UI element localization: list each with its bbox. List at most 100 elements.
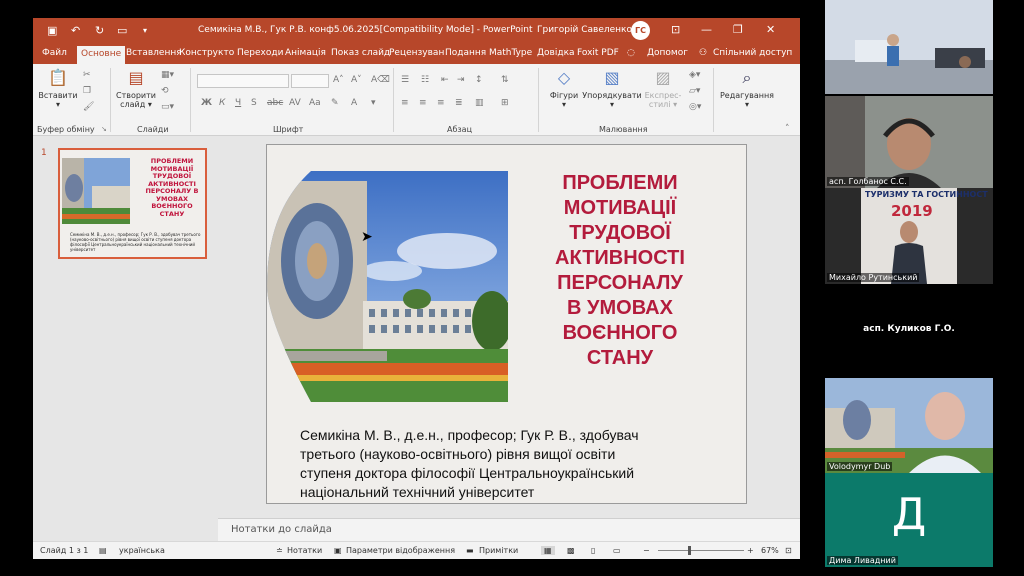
bullets-icon[interactable]: ☰ xyxy=(401,75,409,85)
user-name[interactable]: Григорій Савеленко xyxy=(537,25,632,35)
columns-icon[interactable]: ▥ xyxy=(475,98,484,108)
fit-slide-icon[interactable]: ⊡ xyxy=(785,546,792,555)
language-indicator[interactable]: українська xyxy=(119,546,165,555)
increase-indent-icon[interactable]: ⇥ xyxy=(457,75,465,85)
font-color-icon[interactable]: A xyxy=(351,98,357,108)
tab-animations[interactable]: Анімація xyxy=(285,48,326,58)
font-family-select[interactable] xyxy=(197,74,289,88)
format-painter-icon[interactable]: 🖌 xyxy=(83,102,94,112)
normal-view-icon[interactable]: ▦ xyxy=(541,546,555,555)
zoom-slider-handle[interactable] xyxy=(688,546,691,555)
italic-icon[interactable]: К xyxy=(219,98,225,108)
video-tile[interactable]: асп. Куликов Г.О. xyxy=(825,284,993,378)
comments-button[interactable]: Примітки xyxy=(479,546,518,555)
maximize-icon[interactable]: ❐ xyxy=(733,23,743,36)
highlight-icon[interactable]: ✎ xyxy=(331,98,339,108)
shape-effects-icon[interactable]: ◎▾ xyxy=(689,102,701,112)
notes-pane[interactable]: Нотатки до слайда xyxy=(218,518,800,541)
zoom-slider[interactable] xyxy=(658,550,744,551)
align-center-icon[interactable]: ≡ xyxy=(419,98,427,108)
layout-icon[interactable]: ▦▾ xyxy=(161,70,174,80)
editing-button[interactable]: ⌕ Редагування ▾ xyxy=(717,68,777,109)
cut-icon[interactable]: ✂ xyxy=(83,70,91,80)
change-case-icon[interactable]: Aa xyxy=(309,98,321,108)
line-spacing-icon[interactable]: ↕ xyxy=(475,75,483,85)
tab-review[interactable]: Рецензуван xyxy=(389,48,444,58)
section-icon[interactable]: ▭▾ xyxy=(161,102,174,112)
numbering-icon[interactable]: ☷ xyxy=(421,75,429,85)
paragraph-group-label: Абзац xyxy=(447,125,473,134)
ribbon-display-icon[interactable]: ⊡ xyxy=(671,23,680,36)
avatar[interactable]: ГС xyxy=(631,21,650,40)
slide-title[interactable]: ПРОБЛЕМИ МОТИВАЦІЇ ТРУДОВОЇ АКТИВНОСТІ П… xyxy=(535,171,705,371)
tab-slideshow[interactable]: Показ слайд xyxy=(331,48,390,58)
chevron-down-icon[interactable]: ▾ xyxy=(371,98,376,108)
tab-insert[interactable]: Вставлення xyxy=(126,48,182,58)
participant-name: асп. Куликов Г.О. xyxy=(863,324,955,334)
save-icon[interactable]: ▣ xyxy=(47,24,57,37)
new-slide-button[interactable]: ▤ Створити слайд ▾ xyxy=(115,68,157,109)
tab-transitions[interactable]: Переходи xyxy=(237,48,283,58)
clear-format-icon[interactable]: A⌫ xyxy=(371,75,390,85)
customize-qat-icon[interactable]: ▾ xyxy=(143,26,147,35)
tab-home[interactable]: Основне xyxy=(77,46,126,64)
tab-mathtype[interactable]: MathType xyxy=(489,48,532,58)
video-tile[interactable]: Д Дима Ливадний xyxy=(825,473,993,567)
spellcheck-icon[interactable]: ▤ xyxy=(99,546,107,555)
char-spacing-icon[interactable]: AV xyxy=(289,98,301,108)
strikethrough-icon[interactable]: abc xyxy=(267,98,283,108)
slide-sorter-icon[interactable]: ▩ xyxy=(567,546,575,555)
slide-canvas[interactable]: ПРОБЛЕМИ МОТИВАЦІЇ ТРУДОВОЇ АКТИВНОСТІ П… xyxy=(266,144,747,504)
copy-icon[interactable]: ❐ xyxy=(83,86,91,96)
reading-view-icon[interactable]: ▯ xyxy=(591,546,595,555)
shape-fill-icon[interactable]: ◈▾ xyxy=(689,70,700,80)
quick-styles-button[interactable]: ▨ Експрес- стилі ▾ xyxy=(641,68,685,109)
font-size-select[interactable] xyxy=(291,74,329,88)
dialog-launcher-icon[interactable]: ↘ xyxy=(101,125,107,133)
align-left-icon[interactable]: ≡ xyxy=(401,98,409,108)
slide-thumbnail[interactable]: ПРОБЛЕМИ МОТИВАЦІЇ ТРУДОВОЇ АКТИВНОСТІ П… xyxy=(58,148,207,259)
tab-foxit[interactable]: Foxit PDF xyxy=(577,48,619,58)
zoom-out-icon[interactable]: − xyxy=(643,546,650,555)
reset-icon[interactable]: ⟲ xyxy=(161,86,169,96)
minimize-icon[interactable]: — xyxy=(701,23,712,36)
display-icon: ▣ xyxy=(334,546,342,555)
tab-file[interactable]: Файл xyxy=(42,48,67,58)
start-slideshow-icon[interactable]: ▭ xyxy=(117,24,127,37)
shadow-icon[interactable]: S xyxy=(251,98,257,108)
tab-design[interactable]: Конструкто xyxy=(179,48,234,58)
align-right-icon[interactable]: ≡ xyxy=(437,98,445,108)
zoom-level[interactable]: 67% xyxy=(761,546,779,555)
bold-icon[interactable]: Ж xyxy=(201,98,212,108)
tab-help[interactable]: Довідка xyxy=(537,48,575,58)
arrange-button[interactable]: ▧ Упорядкувати ▾ xyxy=(581,68,643,109)
underline-icon[interactable]: Ч xyxy=(235,98,241,108)
smartart-icon[interactable]: ⊞ xyxy=(501,98,509,108)
shrink-font-icon[interactable]: A˅ xyxy=(351,75,362,85)
tell-me-search[interactable]: Допомог xyxy=(647,48,688,58)
video-tile[interactable] xyxy=(825,0,993,94)
justify-icon[interactable]: ≣ xyxy=(455,98,463,108)
paste-button[interactable]: 📋 Вставити ▾ xyxy=(37,68,79,109)
slideshow-icon[interactable]: ▭ xyxy=(613,546,621,555)
video-tile[interactable]: Volodymyr Dub xyxy=(825,378,993,473)
undo-icon[interactable]: ↶ xyxy=(71,24,80,37)
collapse-ribbon-icon[interactable]: ˄ xyxy=(785,124,790,134)
decrease-indent-icon[interactable]: ⇤ xyxy=(441,75,449,85)
text-direction-icon[interactable]: ⇅ xyxy=(501,75,509,85)
zoom-in-icon[interactable]: + xyxy=(747,546,754,555)
video-tile[interactable]: асп. Голбанос С.С. xyxy=(825,96,993,188)
close-icon[interactable]: ✕ xyxy=(766,23,775,36)
grow-font-icon[interactable]: A˄ xyxy=(333,75,344,85)
slide-subtitle[interactable]: Семикіна М. В., д.е.н., професор; Гук Р.… xyxy=(300,426,710,502)
tab-view[interactable]: Подання xyxy=(445,48,486,58)
slide-title-line: АКТИВНОСТІ xyxy=(555,247,685,269)
shape-outline-icon[interactable]: ▱▾ xyxy=(689,86,700,96)
display-settings-button[interactable]: Параметри відображення xyxy=(346,546,455,555)
notes-button[interactable]: Нотатки xyxy=(287,546,322,555)
redo-icon[interactable]: ↻ xyxy=(95,24,104,37)
shapes-button[interactable]: ◇ Фігури ▾ xyxy=(543,68,585,109)
participant-initial: Д xyxy=(891,489,927,540)
share-button[interactable]: Спільний доступ xyxy=(713,48,792,58)
video-tile[interactable]: ТУРИЗМУ ТА ГОСТИННОСТ 2019 Михайло Рутин… xyxy=(825,188,993,284)
